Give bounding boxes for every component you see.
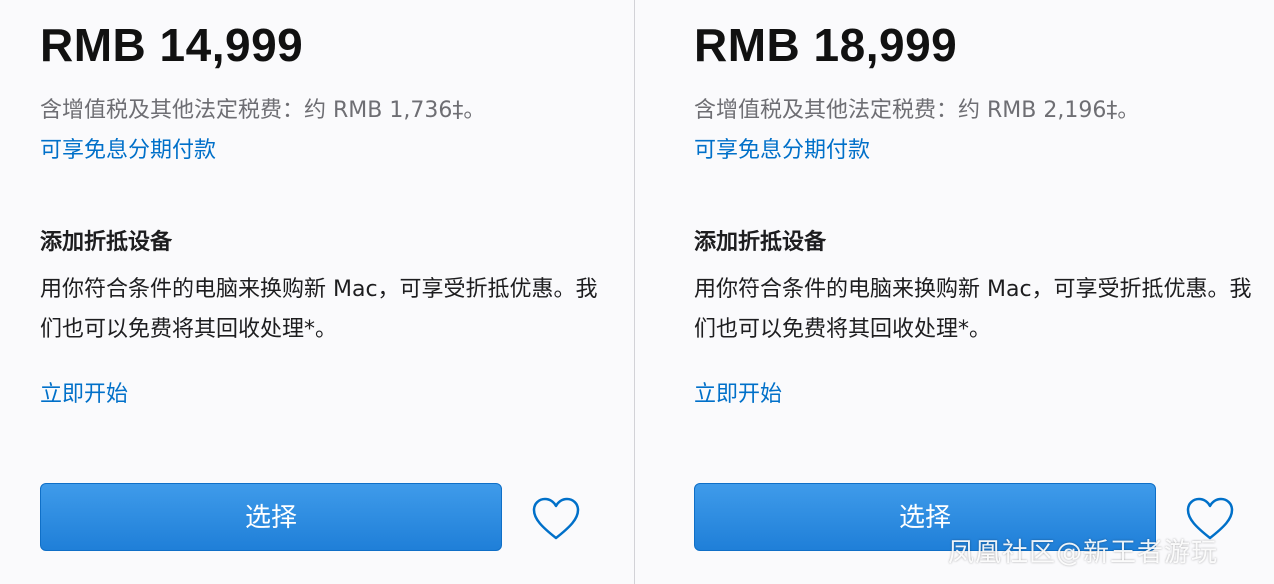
tradein-description: 用你符合条件的电脑来换购新 Mac，可享受折抵优惠。我们也可以免费将其回收处理*…	[40, 277, 598, 342]
tradein-title: 添加折抵设备	[40, 230, 173, 255]
start-tradein-link[interactable]: 立即开始	[694, 376, 782, 408]
card-divider	[634, 0, 635, 584]
price: RMB 14,999	[40, 19, 304, 71]
product-card-2: RMB 18,999 含增值税及其他法定税费：约 RMB 2,196‡。 可享免…	[694, 0, 1274, 584]
installment-link[interactable]: 可享免息分期付款	[40, 132, 216, 164]
installment-link[interactable]: 可享免息分期付款	[694, 132, 870, 164]
tax-note: 含增值税及其他法定税费：约 RMB 2,196‡。	[694, 98, 1140, 123]
watermark: 凤凰社区@新王者游玩	[948, 538, 1219, 568]
heart-outline-icon	[532, 497, 580, 540]
tradein-description: 用你符合条件的电脑来换购新 Mac，可享受折抵优惠。我们也可以免费将其回收处理*…	[694, 277, 1252, 342]
price: RMB 18,999	[694, 19, 958, 71]
start-tradein-link[interactable]: 立即开始	[40, 376, 128, 408]
select-button[interactable]: 选择	[40, 483, 502, 551]
heart-icon[interactable]	[532, 497, 580, 541]
product-card-1: RMB 14,999 含增值税及其他法定税费：约 RMB 1,736‡。 可享免…	[40, 0, 640, 584]
tradein-title: 添加折抵设备	[694, 230, 827, 255]
tax-note: 含增值税及其他法定税费：约 RMB 1,736‡。	[40, 98, 486, 123]
